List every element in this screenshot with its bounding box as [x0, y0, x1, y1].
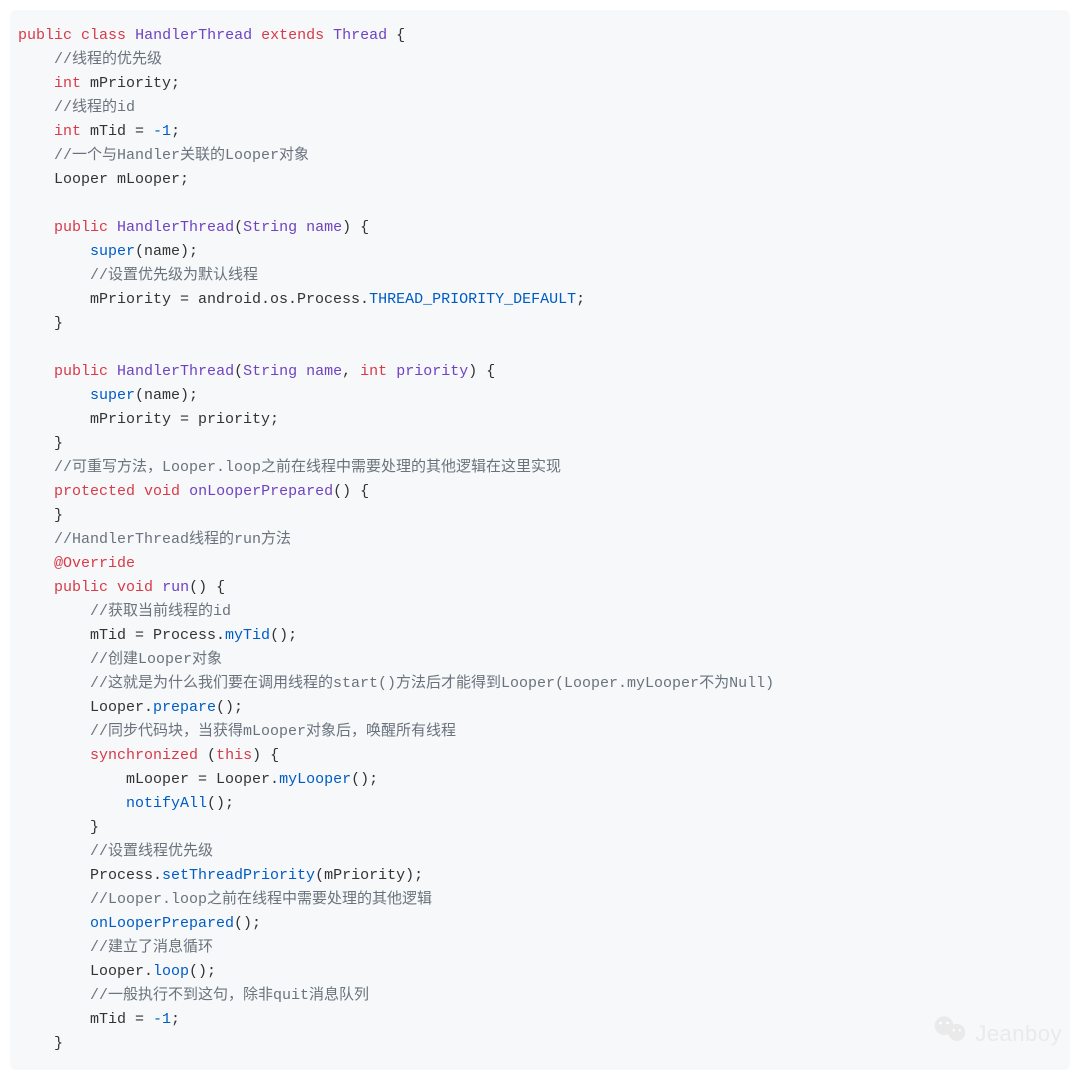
code-line: public class HandlerThread extends Threa…: [18, 24, 1062, 48]
code-line: //线程的id: [18, 96, 1062, 120]
code-line: //Looper.loop之前在线程中需要处理的其他逻辑: [18, 888, 1062, 912]
code-line: //一个与Handler关联的Looper对象: [18, 144, 1062, 168]
code-line: //设置线程优先级: [18, 840, 1062, 864]
code-line: }: [18, 312, 1062, 336]
code-line: super(name);: [18, 384, 1062, 408]
code-line: notifyAll();: [18, 792, 1062, 816]
code-line: Looper mLooper;: [18, 168, 1062, 192]
code-line: onLooperPrepared();: [18, 912, 1062, 936]
code-line: mPriority = android.os.Process.THREAD_PR…: [18, 288, 1062, 312]
code-line: [18, 192, 1062, 216]
code-line: synchronized (this) {: [18, 744, 1062, 768]
code-line: mTid = Process.myTid();: [18, 624, 1062, 648]
code-line: }: [18, 1032, 1062, 1056]
code-line: int mPriority;: [18, 72, 1062, 96]
code-line: mTid = -1;: [18, 1008, 1062, 1032]
code-block: public class HandlerThread extends Threa…: [10, 10, 1070, 1070]
code-line: Looper.prepare();: [18, 696, 1062, 720]
code-line: @Override: [18, 552, 1062, 576]
code-line: //建立了消息循环: [18, 936, 1062, 960]
code-line: public void run() {: [18, 576, 1062, 600]
code-line: //可重写方法，Looper.loop之前在线程中需要处理的其他逻辑在这里实现: [18, 456, 1062, 480]
code-line: //同步代码块，当获得mLooper对象后，唤醒所有线程: [18, 720, 1062, 744]
code-line: }: [18, 816, 1062, 840]
code-line: //创建Looper对象: [18, 648, 1062, 672]
code-line: mLooper = Looper.myLooper();: [18, 768, 1062, 792]
code-line: //设置优先级为默认线程: [18, 264, 1062, 288]
code-line: public HandlerThread(String name) {: [18, 216, 1062, 240]
code-line: //一般执行不到这句，除非quit消息队列: [18, 984, 1062, 1008]
code-line: }: [18, 504, 1062, 528]
code-line: protected void onLooperPrepared() {: [18, 480, 1062, 504]
code-line: public HandlerThread(String name, int pr…: [18, 360, 1062, 384]
code-line: [18, 336, 1062, 360]
code-line: //线程的优先级: [18, 48, 1062, 72]
code-line: Process.setThreadPriority(mPriority);: [18, 864, 1062, 888]
code-line: //这就是为什么我们要在调用线程的start()方法后才能得到Looper(Lo…: [18, 672, 1062, 696]
code-line: Looper.loop();: [18, 960, 1062, 984]
code-line: //获取当前线程的id: [18, 600, 1062, 624]
code-line: }: [18, 432, 1062, 456]
code-line: int mTid = -1;: [18, 120, 1062, 144]
code-line: super(name);: [18, 240, 1062, 264]
code-line: mPriority = priority;: [18, 408, 1062, 432]
code-line: //HandlerThread线程的run方法: [18, 528, 1062, 552]
